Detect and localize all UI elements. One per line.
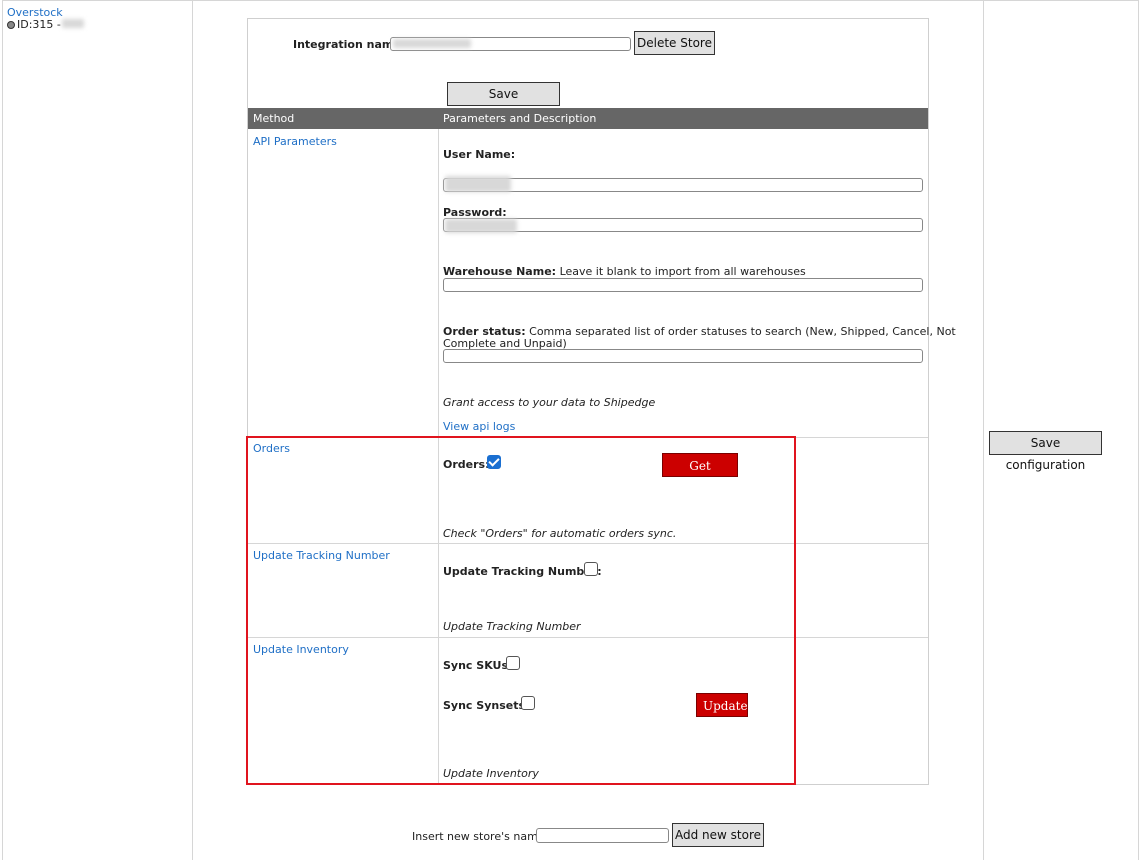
- warehouse-name-label: Warehouse Name:: [443, 265, 557, 278]
- tracking-checkbox[interactable]: [584, 562, 598, 576]
- sidebar-divider: [192, 0, 193, 860]
- orders-checkbox-label: Orders:: [443, 458, 490, 471]
- frame-top-border: [2, 0, 1139, 1]
- tracking-description: Update Tracking Number: [443, 620, 581, 633]
- order-status-desc-1: Comma separated list of order statuses t…: [529, 325, 956, 338]
- orders-checkbox[interactable]: [487, 455, 501, 469]
- grant-access-text: Grant access to your data to Shipedge: [443, 396, 656, 409]
- column-method: Method: [253, 112, 295, 125]
- redacted-store-name: [62, 19, 84, 28]
- warehouse-name-desc: Leave it blank to import from all wareho…: [559, 265, 806, 278]
- method-update-tracking[interactable]: Update Tracking Number: [253, 549, 390, 562]
- save-configuration-button[interactable]: Save configuration: [447, 82, 560, 123]
- row-divider-orders: [248, 543, 928, 544]
- order-status-input[interactable]: [443, 349, 923, 363]
- table-column-divider: [438, 129, 439, 784]
- add-new-store-button[interactable]: Add new store: [672, 823, 764, 847]
- sync-synsets-label: Sync Synsets:: [443, 699, 530, 712]
- username-input[interactable]: [443, 178, 923, 192]
- column-parameters: Parameters and Description: [443, 112, 597, 125]
- right-panel-divider: [983, 0, 984, 860]
- redacted-username: [445, 176, 511, 192]
- table-header: Method Parameters and Description: [248, 108, 928, 129]
- row-divider-tracking: [248, 637, 928, 638]
- username-label: User Name:: [443, 148, 516, 161]
- orders-description: Check "Orders" for automatic orders sync…: [443, 527, 677, 540]
- get-orders-button[interactable]: Get orders!: [662, 453, 738, 495]
- inventory-description: Update Inventory: [443, 767, 539, 780]
- sync-skus-label: Sync SKUs:: [443, 659, 513, 672]
- frame-right-border: [1138, 0, 1139, 860]
- view-api-logs-link[interactable]: View api logs: [443, 420, 515, 433]
- store-id-text: ID:315 -: [17, 18, 61, 31]
- warehouse-name-row: Warehouse Name: Leave it blank to import…: [443, 265, 806, 278]
- right-save-configuration-button[interactable]: Save configuration: [989, 431, 1102, 472]
- insert-store-name-label: Insert new store's name: [412, 830, 545, 843]
- delete-store-button[interactable]: Delete Store: [634, 31, 715, 55]
- sync-skus-checkbox[interactable]: [506, 656, 520, 670]
- method-update-inventory[interactable]: Update Inventory: [253, 643, 349, 656]
- sidebar-store-id: ID:315 -: [7, 18, 61, 31]
- tracking-checkbox-label: Update Tracking Number:: [443, 565, 602, 578]
- status-dot-icon: [7, 21, 15, 29]
- sync-synsets-checkbox[interactable]: [521, 696, 535, 710]
- warehouse-name-input[interactable]: [443, 278, 923, 292]
- update-inventory-button[interactable]: Update: [696, 693, 748, 717]
- method-api-parameters[interactable]: API Parameters: [253, 135, 337, 148]
- redacted-integration-name: [393, 39, 471, 48]
- frame-left-border: [2, 0, 3, 860]
- row-divider-api: [248, 437, 928, 438]
- integration-name-label: Integration name:: [293, 38, 406, 51]
- method-orders[interactable]: Orders: [253, 442, 290, 455]
- new-store-name-input[interactable]: [536, 828, 669, 843]
- redacted-password: [445, 219, 517, 233]
